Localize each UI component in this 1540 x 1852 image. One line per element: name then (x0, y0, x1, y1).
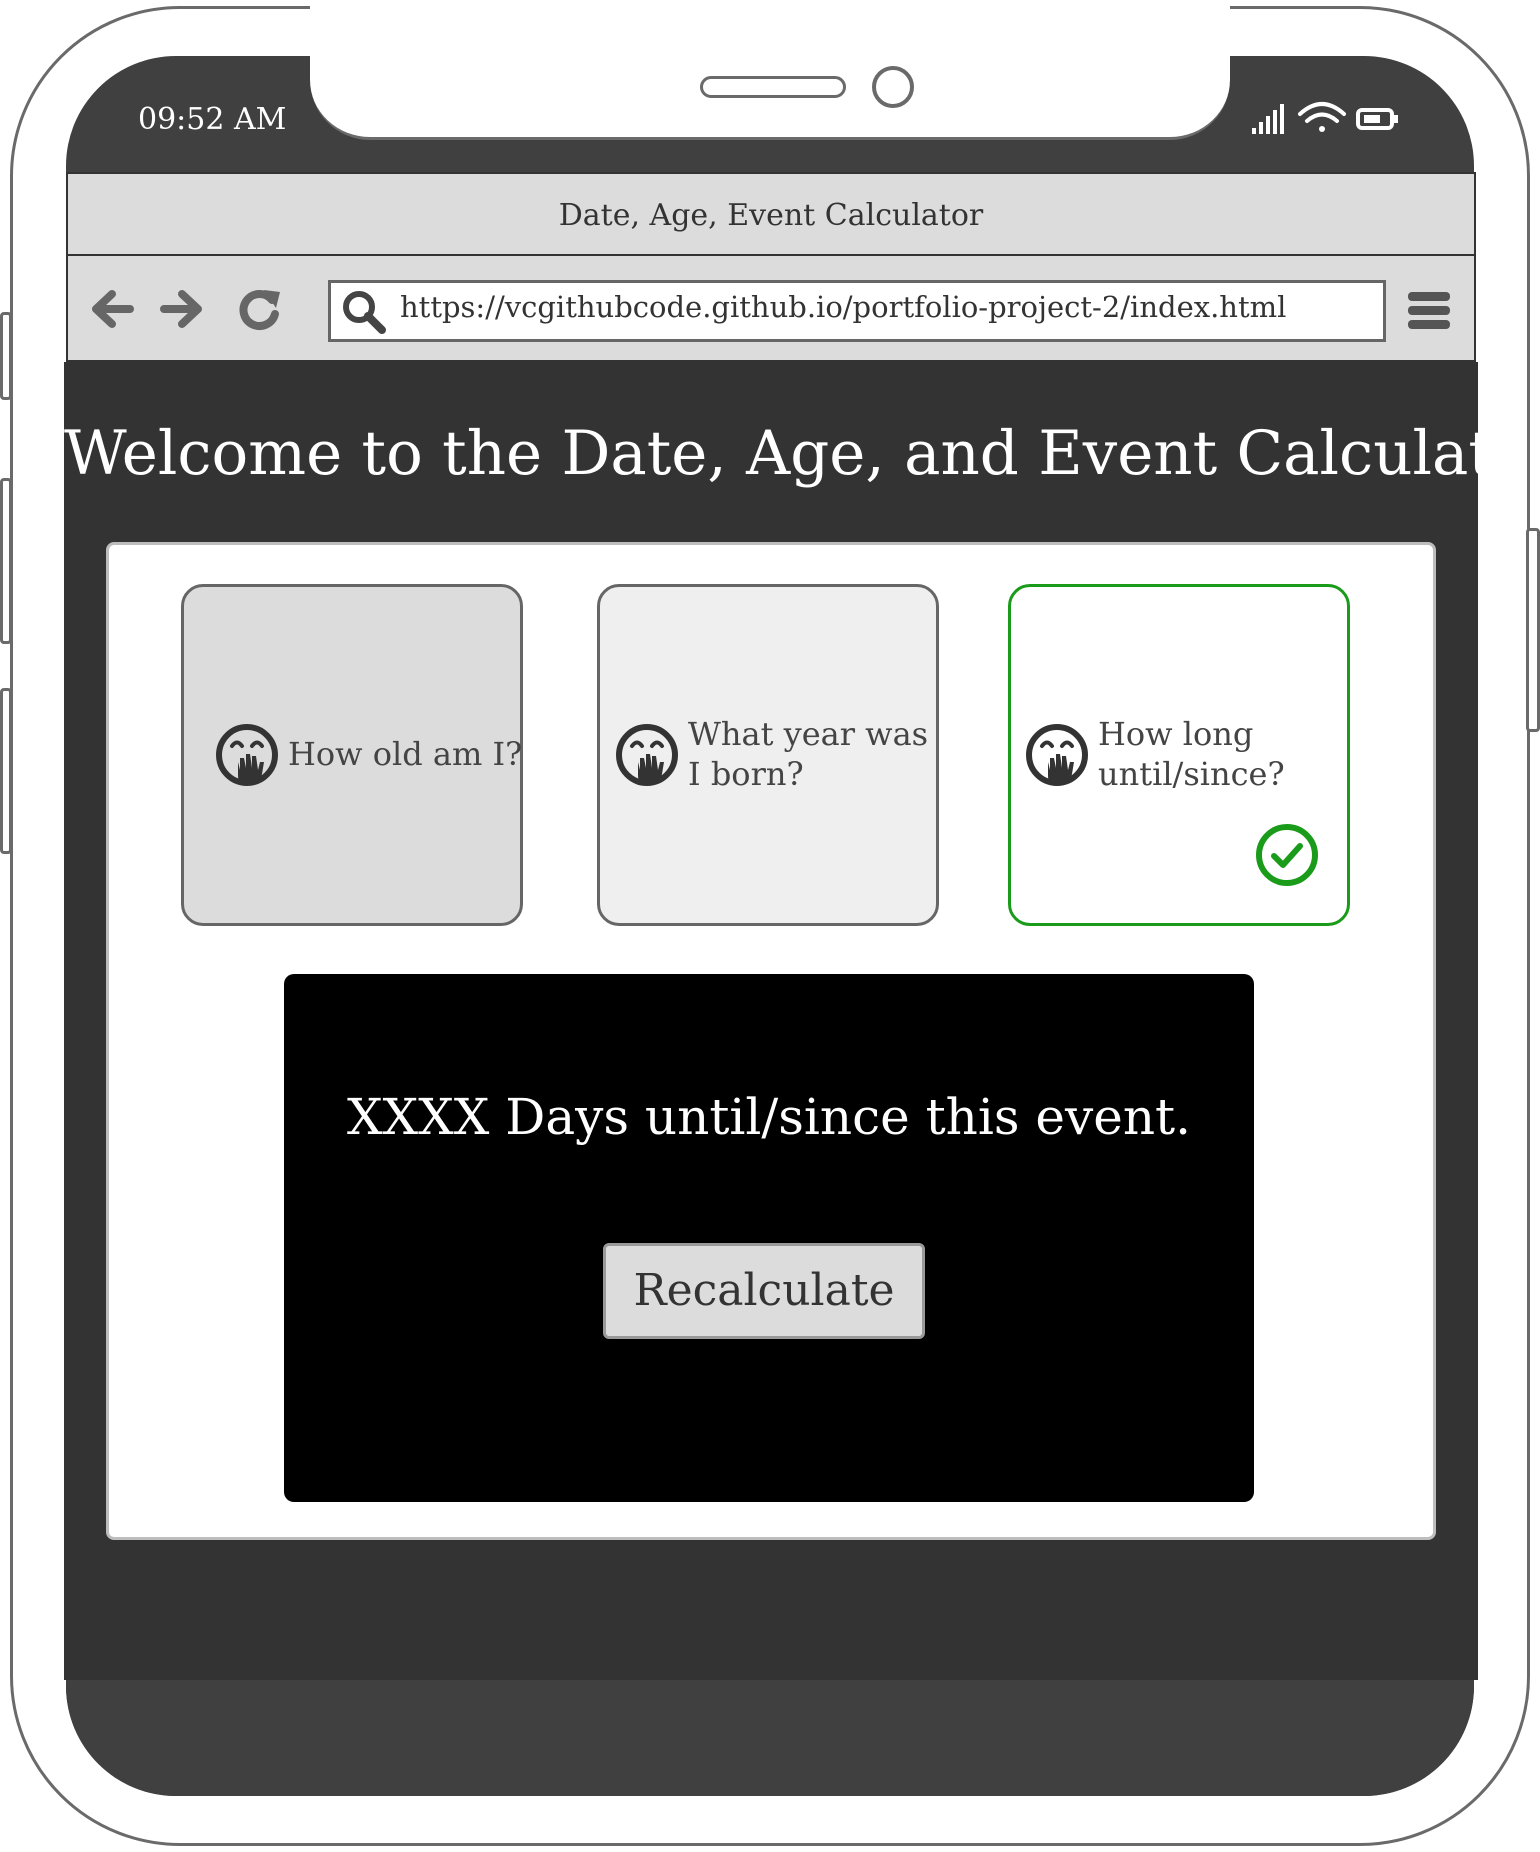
check-circle-icon (1254, 822, 1320, 888)
volume-up-button (0, 312, 12, 400)
laughing-emoji-icon (1024, 722, 1090, 788)
mute-switch (0, 688, 12, 854)
option-label-how-long: How long until/since? (1098, 715, 1285, 793)
signal-icon (1252, 104, 1284, 134)
result-box (284, 974, 1254, 1502)
url-text: https://vcgithubcode.github.io/portfolio… (400, 290, 1287, 324)
laughing-emoji-icon (214, 722, 280, 788)
search-icon (340, 288, 388, 336)
power-button (1526, 528, 1540, 732)
battery-icon (1356, 108, 1398, 130)
page-heading: Welcome to the Date, Age, and Event Calc… (64, 418, 1540, 489)
result-text: XXXX Days until/since this event. (346, 1088, 1192, 1146)
reload-icon[interactable] (234, 286, 284, 334)
status-time: 09:52 AM (138, 102, 287, 137)
volume-down-button (0, 478, 12, 644)
forward-arrow-icon[interactable] (158, 286, 204, 332)
front-camera (872, 66, 914, 108)
screen-bottom-bezel (66, 1680, 1474, 1796)
option-label-how-old: How old am I? (288, 735, 523, 773)
status-icons (1248, 98, 1408, 138)
laughing-emoji-icon (614, 722, 680, 788)
recalculate-button[interactable]: Recalculate (603, 1243, 925, 1339)
speaker-grille (700, 76, 846, 98)
option-label-birth-year: What year was I born? (688, 715, 929, 793)
browser-tab-title: Date, Age, Event Calculator (66, 172, 1476, 256)
hamburger-menu-icon[interactable] (1406, 288, 1452, 334)
back-arrow-icon[interactable] (90, 286, 136, 332)
phone-notch (310, 0, 1230, 140)
wifi-icon (1298, 102, 1346, 132)
